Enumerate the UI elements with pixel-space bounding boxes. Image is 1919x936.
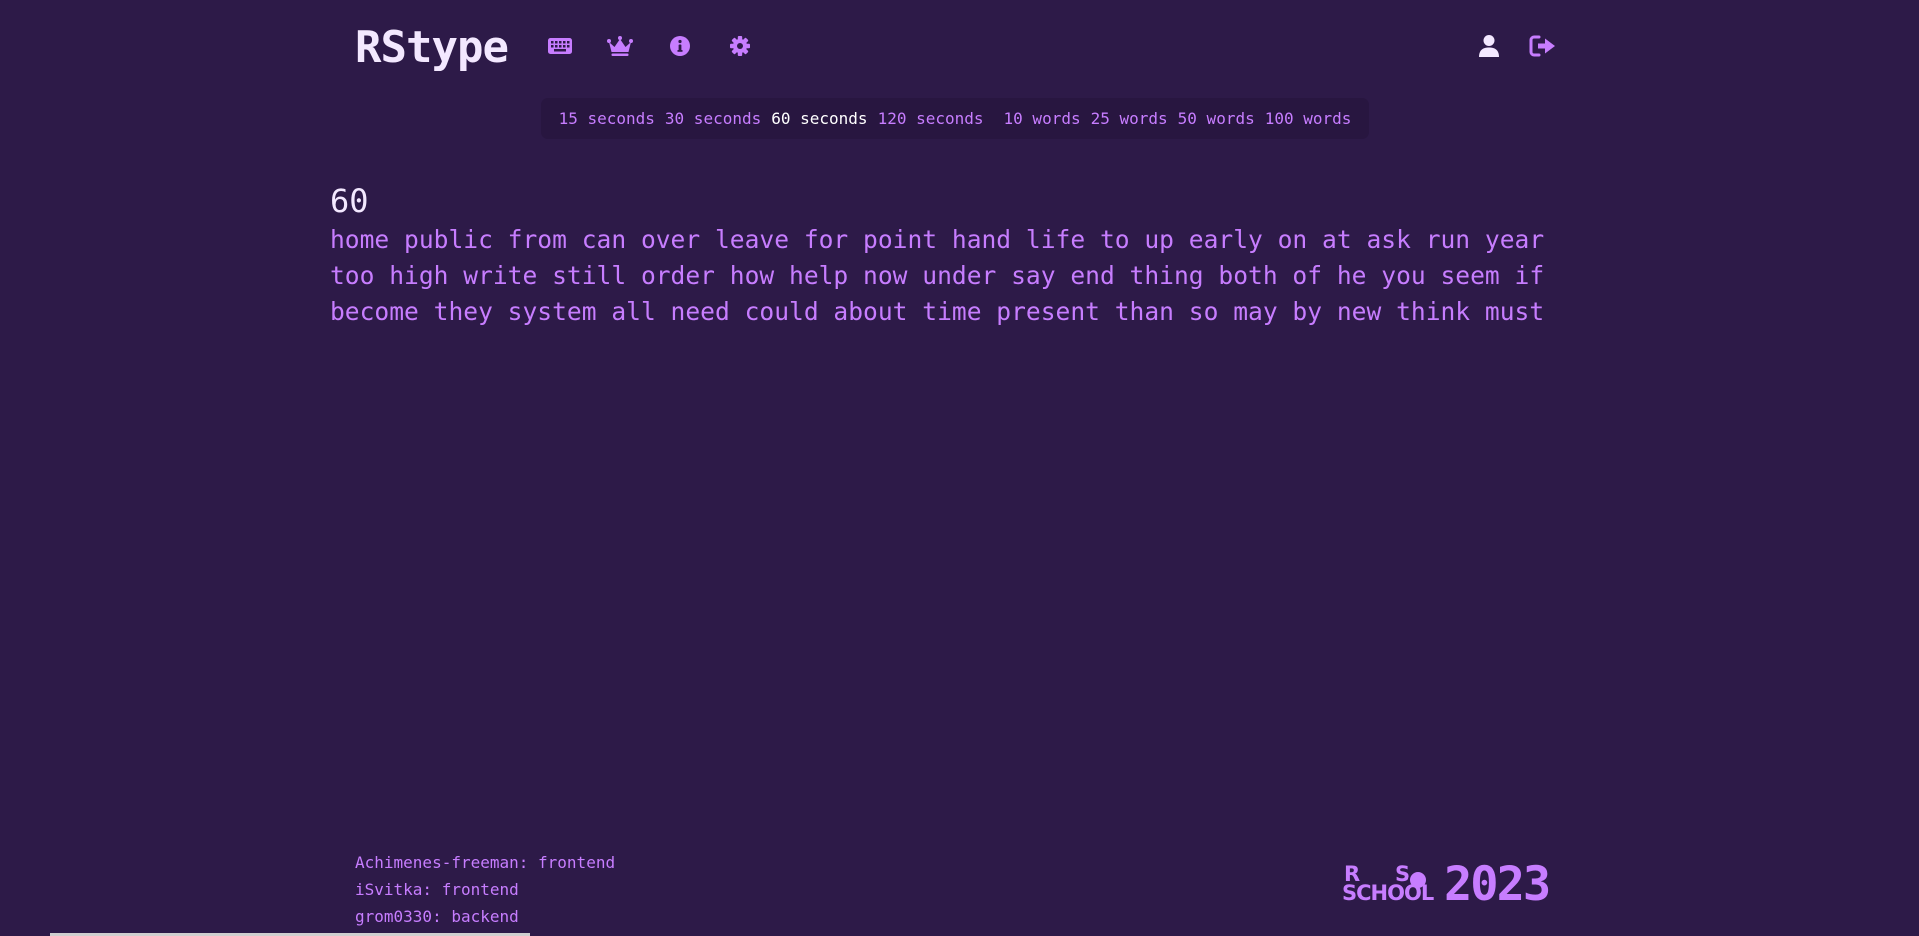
rs-school-mark: R S SCHOOL [1340,864,1445,910]
mode-25-words[interactable]: 25 words [1086,109,1173,128]
credit-item[interactable]: iSvitka: frontend [355,876,615,903]
mode-50-words[interactable]: 50 words [1173,109,1260,128]
info-icon[interactable] [666,32,694,60]
crown-icon[interactable] [606,32,634,60]
mode-15-seconds[interactable]: 15 seconds [554,109,660,128]
countdown-timer: 60 [330,182,369,220]
logout-icon[interactable] [1529,32,1557,60]
credit-item[interactable]: Achimenes-freeman: frontend [355,849,615,876]
app-logo[interactable]: RStype [355,22,509,73]
mode-60-seconds[interactable]: 60 seconds [766,109,872,128]
rs-logo-school: SCHOOL [1342,881,1434,905]
footer-credits: Achimenes-freeman: frontend iSvitka: fro… [355,849,615,930]
rs-school-logo[interactable]: R S SCHOOL 2023 [1340,860,1555,910]
user-icon[interactable] [1475,32,1503,60]
test-mode-selector: 15 seconds 30 seconds 60 seconds 120 sec… [541,98,1369,139]
keyboard-icon[interactable] [546,32,574,60]
mode-120-seconds[interactable]: 120 seconds [873,109,989,128]
mode-10-words[interactable]: 10 words [999,109,1086,128]
words-line: become they system all need could about … [330,297,1545,326]
app-header: RStype [355,0,1557,92]
rs-logo-year: 2023 [1444,857,1551,912]
mode-30-seconds[interactable]: 30 seconds [660,109,766,128]
main-nav [546,32,754,60]
typing-words-area[interactable]: home public from can over leave for poin… [330,222,1570,330]
words-line: home public from can over leave for poin… [330,225,1545,254]
gear-icon[interactable] [726,32,754,60]
user-actions [1475,32,1557,60]
words-line: too high write still order how help now … [330,261,1545,290]
mode-100-words[interactable]: 100 words [1260,109,1357,128]
page: RStype 15 seconds 30 seconds 60 seconds … [0,0,1919,936]
credit-item[interactable]: grom0330: backend [355,903,615,930]
